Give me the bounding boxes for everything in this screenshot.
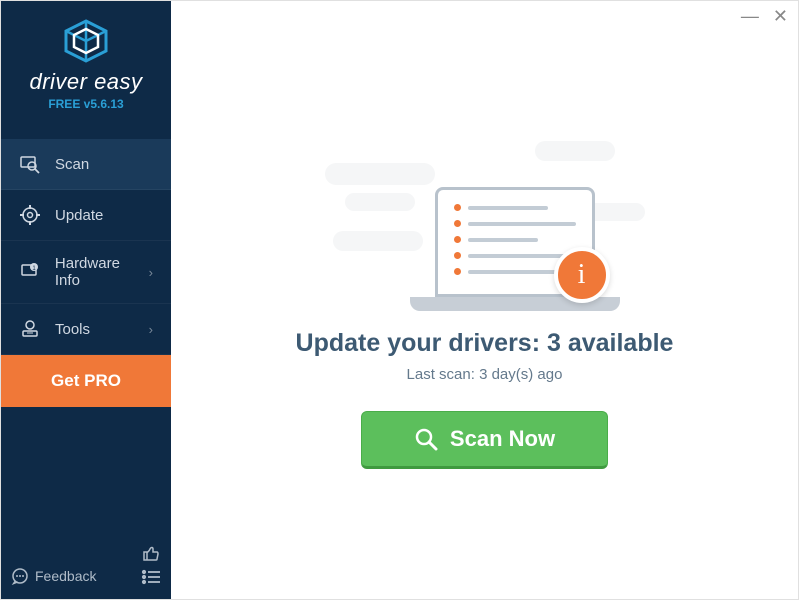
search-icon [414,427,438,451]
bottom-bar: Feedback [1,533,171,599]
chevron-right-icon: › [149,322,153,337]
feedback-label: Feedback [35,568,96,584]
content: i Update your drivers: 3 available Last … [171,1,798,599]
brand-name: driver easy [1,69,171,95]
scan-button-label: Scan Now [450,426,555,452]
sidebar-item-label: Tools [55,321,90,338]
scan-now-button[interactable]: Scan Now [361,411,608,469]
nav: Scan Update 1 Hardware Info › Tools › Ge… [1,139,171,533]
get-pro-button[interactable]: Get PRO [1,355,171,407]
feedback-icon [11,567,29,585]
menu-list-icon[interactable] [141,569,161,585]
minimize-button[interactable]: — [741,7,759,25]
sidebar-item-scan[interactable]: Scan [1,139,171,190]
info-badge-icon: i [554,247,610,303]
sidebar: driver easy FREE v5.6.13 Scan Update 1 H… [1,1,171,599]
tools-icon [19,318,41,340]
thumbs-up-icon[interactable] [141,543,161,563]
headline: Update your drivers: 3 available [296,329,674,358]
hardware-icon: 1 [19,261,41,283]
sidebar-item-label: Hardware Info [55,255,149,289]
last-scan-label: Last scan: 3 day(s) ago [407,366,563,383]
sidebar-item-hardware-info[interactable]: 1 Hardware Info › [1,241,171,304]
feedback-link[interactable]: Feedback [11,567,96,585]
sidebar-item-label: Update [55,207,103,224]
sidebar-item-update[interactable]: Update [1,190,171,241]
gear-icon [19,204,41,226]
window-controls: — ✕ [741,7,788,25]
main-area: — ✕ i Update your drivers: 3 available L… [171,1,798,599]
illustration: i [325,131,645,311]
logo-area: driver easy FREE v5.6.13 [1,1,171,123]
version-label: FREE v5.6.13 [1,97,171,111]
chevron-right-icon: › [149,265,153,280]
sidebar-item-label: Scan [55,156,89,173]
magnifier-icon [19,153,41,175]
close-button[interactable]: ✕ [773,7,788,25]
logo-icon [60,19,112,63]
sidebar-item-tools[interactable]: Tools › [1,304,171,355]
